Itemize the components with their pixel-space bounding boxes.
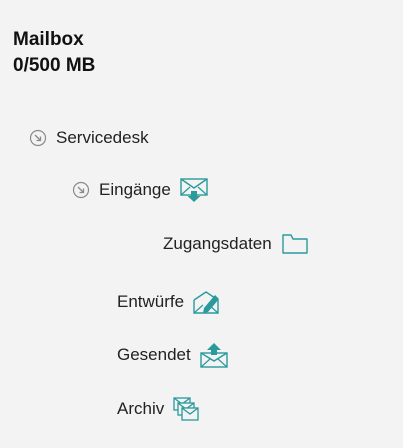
mailbox-usage: 0/500 MB [13, 55, 96, 76]
tree-item-eingaenge[interactable]: Eingänge [72, 175, 209, 205]
mailbox-header: Mailbox 0/500 MB [13, 27, 95, 79]
archive-icon [173, 397, 199, 421]
tree-item-zugangsdaten[interactable]: Zugangsdaten [163, 229, 310, 259]
mailbox-panel: Mailbox 0/500 MB Servicedesk Eingänge Zu… [0, 0, 403, 448]
draft-icon [193, 291, 220, 314]
collapse-chevron-icon[interactable] [29, 129, 47, 147]
mailbox-title: Mailbox [13, 29, 84, 50]
tree-item-label: Eingänge [99, 180, 171, 199]
tree-item-entwuerfe[interactable]: Entwürfe [117, 287, 222, 317]
tree-item-archiv[interactable]: Archiv [117, 394, 202, 424]
tree-item-label: Gesendet [117, 345, 191, 364]
folder-icon [282, 234, 308, 254]
tree-item-gesendet[interactable]: Gesendet [117, 340, 229, 370]
sent-icon [200, 343, 228, 368]
collapse-chevron-icon[interactable] [72, 181, 90, 199]
tree-item-label: Zugangsdaten [163, 234, 272, 253]
tree-item-servicedesk[interactable]: Servicedesk [29, 123, 149, 153]
tree-item-label: Servicedesk [56, 128, 149, 147]
tree-item-label: Entwürfe [117, 292, 185, 311]
inbox-icon [180, 178, 208, 202]
tree-item-label: Archiv [117, 399, 165, 418]
